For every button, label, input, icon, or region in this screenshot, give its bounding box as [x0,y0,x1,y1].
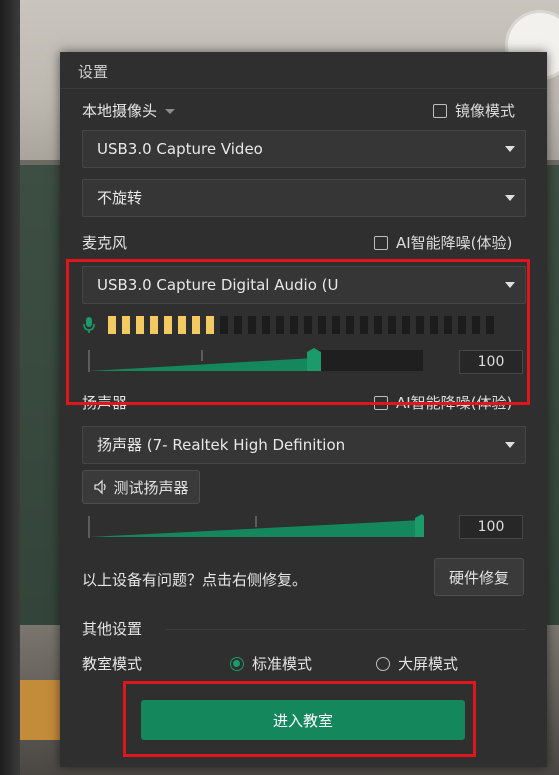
radio-dot [376,656,390,671]
mic-level-segment [234,316,242,334]
repair-hint: 以上设备有问题？点击右侧修复。 [82,571,308,589]
chevron-down-icon [165,109,176,114]
rotation-value: 不旋转 [97,189,143,207]
mic-level-segment [178,316,186,334]
mirror-mode-label: 镜像模式 [455,102,516,120]
mic-level-segment [220,316,228,334]
speaker-ai-noise-label: AI智能降噪(体验) [396,394,513,412]
mic-level-segment [248,316,256,334]
standard-mode-radio[interactable]: 标准模式 [230,653,312,674]
mic-volume-slider[interactable] [88,348,424,374]
standard-mode-label: 标准模式 [252,655,313,673]
mic-level-segment [290,316,298,334]
bigscreen-mode-label: 大屏模式 [398,655,459,673]
mic-level-segment [458,316,466,334]
title-divider [60,88,547,89]
bigscreen-mode-radio[interactable]: 大屏模式 [376,653,458,674]
section-divider [165,629,525,630]
test-speaker-button[interactable]: 测试扬声器 [82,470,200,504]
speaker-ai-noise-checkbox[interactable]: AI智能降噪(体验) [374,392,512,413]
checkbox-box [374,395,388,410]
checkbox-box [433,103,447,118]
mic-level-segment [192,316,200,334]
mic-level-segments [108,316,500,334]
camera-label: 本地摄像头 [82,102,158,120]
mic-icon [82,315,96,335]
camera-dropdown-toggle[interactable]: 本地摄像头 [82,100,176,121]
mic-level-segment [108,316,116,334]
mic-level-segment [360,316,368,334]
mic-level-segment [346,316,354,334]
mic-level-segment [472,316,480,334]
camera-device-select[interactable]: USB3.0 Capture Video [82,130,526,168]
chevron-down-icon [505,442,515,448]
speaker-device-value: 扬声器 (7- Realtek High Definition [97,436,346,454]
mic-level-segment [318,316,326,334]
mic-level-segment [388,316,396,334]
speaker-label: 扬声器 [82,394,128,412]
mic-level-segment [374,316,382,334]
hardware-repair-button[interactable]: 硬件修复 [434,558,524,596]
mic-level-segment [150,316,158,334]
chevron-down-icon [505,282,515,288]
checkbox-box [374,235,388,250]
mic-level-segment [136,316,144,334]
test-speaker-label: 测试扬声器 [113,478,189,497]
mic-level-segment [486,316,494,334]
mic-level-meter [82,315,526,335]
speaker-volume-slider[interactable] [88,514,424,540]
rotation-select[interactable]: 不旋转 [82,179,526,217]
mic-level-segment [122,316,130,334]
mic-level-segment [402,316,410,334]
microphone-device-value: USB3.0 Capture Digital Audio (U [97,276,339,294]
settings-dialog: 设置 本地摄像头 镜像模式 USB3.0 Capture Video 不旋转 麦… [60,52,547,767]
mirror-mode-checkbox[interactable]: 镜像模式 [433,100,515,121]
mic-volume-input[interactable]: 100 [459,350,523,374]
hardware-repair-label: 硬件修复 [448,568,509,587]
chevron-down-icon [505,146,515,152]
window-edge [0,0,20,775]
classroom-mode-label: 教室模式 [82,655,143,673]
enter-classroom-button[interactable]: 进入教室 [141,700,465,740]
mic-level-segment [276,316,284,334]
mic-level-segment [444,316,452,334]
mic-level-segment [332,316,340,334]
mic-ai-noise-checkbox[interactable]: AI智能降噪(体验) [374,232,512,253]
radio-dot [230,656,244,671]
microphone-device-select[interactable]: USB3.0 Capture Digital Audio (U [82,266,526,304]
microphone-label: 麦克风 [82,234,128,252]
speaker-volume-input[interactable]: 100 [459,515,523,539]
mic-level-segment [206,316,214,334]
other-settings-label: 其他设置 [82,620,143,638]
camera-device-value: USB3.0 Capture Video [97,140,263,158]
mic-ai-noise-label: AI智能降噪(体验) [396,234,513,252]
mic-level-segment [430,316,438,334]
mic-level-segment [164,316,172,334]
mic-level-segment [304,316,312,334]
speaker-icon [93,479,109,495]
dialog-title: 设置 [78,63,109,81]
speaker-device-select[interactable]: 扬声器 (7- Realtek High Definition [82,426,526,464]
mic-level-segment [416,316,424,334]
chevron-down-icon [505,195,515,201]
mic-level-segment [262,316,270,334]
